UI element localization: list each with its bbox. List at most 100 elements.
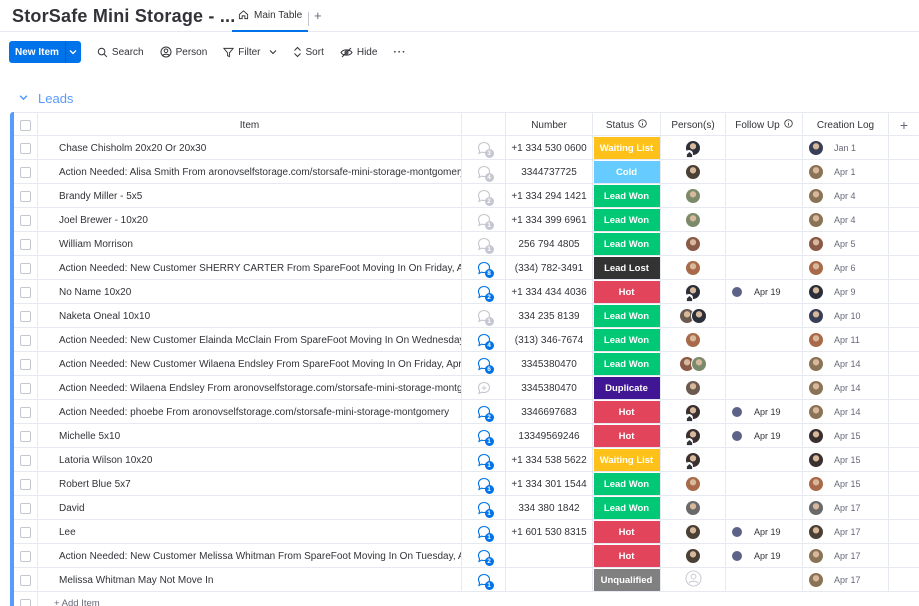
status-cell[interactable]: Lead Won — [593, 328, 661, 352]
table-row[interactable]: Action Needed: New Customer Elainda McCl… — [14, 328, 919, 352]
updates-cell[interactable]: 4 — [462, 328, 506, 352]
table-row[interactable]: Action Needed: Alisa Smith From aronovse… — [14, 160, 919, 184]
status-cell[interactable]: Hot — [593, 520, 661, 544]
chat-bubble-icon[interactable]: 6 — [477, 357, 494, 374]
row-checkbox[interactable] — [14, 496, 38, 520]
row-checkbox[interactable] — [14, 352, 38, 376]
persons-cell[interactable] — [661, 376, 726, 400]
updates-cell[interactable]: 1 — [462, 232, 506, 256]
table-row[interactable]: Joel Brewer - 10x20 1 +1 334 399 6961 Le… — [14, 208, 919, 232]
status-badge[interactable]: Lead Won — [593, 497, 660, 519]
follow-up-cell[interactable] — [726, 352, 803, 376]
updates-cell[interactable]: 1 — [462, 304, 506, 328]
phone-number[interactable]: (313) 346-7674 — [506, 328, 593, 352]
table-row[interactable]: Naketa Oneal 10x10 1 334 235 8139 Lead W… — [14, 304, 919, 328]
chat-bubble-icon[interactable] — [477, 381, 491, 395]
item-name[interactable]: Naketa Oneal 10x10 — [38, 304, 462, 328]
table-row[interactable]: Action Needed: New Customer Wilaena Ends… — [14, 352, 919, 376]
item-name[interactable]: Action Needed: New Customer Elainda McCl… — [38, 328, 462, 352]
chat-bubble-icon[interactable]: 3 — [477, 141, 494, 158]
follow-up-cell[interactable] — [726, 208, 803, 232]
follow-up-cell[interactable] — [726, 376, 803, 400]
table-row[interactable]: Michelle 5x10 1 13349569246 Hot Apr 19 A… — [14, 424, 919, 448]
status-cell[interactable]: Waiting List — [593, 448, 661, 472]
phone-number[interactable]: 3346697683 — [506, 400, 593, 424]
add-item-button[interactable]: + Add Item — [54, 598, 100, 606]
phone-number[interactable] — [506, 568, 593, 592]
chat-bubble-icon[interactable]: 2 — [477, 405, 494, 422]
status-cell[interactable]: Lead Won — [593, 184, 661, 208]
row-checkbox[interactable] — [14, 472, 38, 496]
chat-bubble-icon[interactable]: 1 — [477, 501, 494, 518]
persons-cell[interactable] — [661, 400, 726, 424]
chevron-down-icon[interactable] — [64, 41, 81, 63]
status-badge[interactable]: Hot — [593, 545, 660, 567]
status-badge[interactable]: Waiting List — [593, 137, 660, 159]
row-checkbox[interactable] — [14, 280, 38, 304]
item-name[interactable]: Action Needed: Alisa Smith From aronovse… — [38, 160, 462, 184]
status-badge[interactable]: Lead Won — [593, 329, 660, 351]
updates-cell[interactable]: 1 — [462, 472, 506, 496]
persons-cell[interactable] — [661, 136, 726, 160]
status-cell[interactable]: Lead Lost — [593, 256, 661, 280]
table-row[interactable]: Chase Chisholm 20x20 Or 20x30 3 +1 334 5… — [14, 136, 919, 160]
group-title[interactable]: Leads — [38, 91, 73, 106]
chat-bubble-icon[interactable]: 1 — [477, 525, 494, 542]
filter-button[interactable]: Filter — [223, 47, 276, 58]
table-row[interactable]: Melissa Whitman May Not Move In 1 Unqual… — [14, 568, 919, 592]
add-view-button[interactable]: + — [314, 8, 322, 23]
follow-up-cell[interactable] — [726, 472, 803, 496]
row-checkbox[interactable] — [14, 232, 38, 256]
status-badge[interactable]: Lead Lost — [593, 257, 660, 279]
phone-number[interactable]: 3345380470 — [506, 376, 593, 400]
row-checkbox[interactable] — [14, 328, 38, 352]
item-name[interactable]: Joel Brewer - 10x20 — [38, 208, 462, 232]
persons-cell[interactable] — [661, 496, 726, 520]
board-title[interactable]: StorSafe Mini Storage - ... — [12, 6, 235, 27]
tab-main-table[interactable]: Main Table — [232, 6, 309, 32]
status-cell[interactable]: Cold — [593, 160, 661, 184]
persons-cell[interactable] — [661, 424, 726, 448]
table-row[interactable]: David 1 334 380 1842 Lead Won Apr 17 — [14, 496, 919, 520]
status-cell[interactable]: Hot — [593, 400, 661, 424]
phone-number[interactable] — [506, 544, 593, 568]
follow-up-cell[interactable] — [726, 328, 803, 352]
row-checkbox[interactable] — [14, 208, 38, 232]
phone-number[interactable]: +1 334 538 5622 — [506, 448, 593, 472]
hide-button[interactable]: Hide — [340, 47, 377, 58]
status-cell[interactable]: Unqualified — [593, 568, 661, 592]
persons-cell[interactable] — [661, 448, 726, 472]
follow-up-cell[interactable] — [726, 304, 803, 328]
status-cell[interactable]: Hot — [593, 544, 661, 568]
table-row[interactable]: Action Needed: phoebe From aronovselfsto… — [14, 400, 919, 424]
status-badge[interactable]: Lead Won — [593, 185, 660, 207]
phone-number[interactable]: +1 601 530 8315 — [506, 520, 593, 544]
chat-bubble-icon[interactable]: 1 — [477, 477, 494, 494]
persons-cell[interactable] — [661, 328, 726, 352]
row-checkbox[interactable] — [14, 448, 38, 472]
phone-number[interactable]: 3345380470 — [506, 352, 593, 376]
status-badge[interactable]: Cold — [593, 161, 660, 183]
status-badge[interactable]: Hot — [593, 425, 660, 447]
persons-cell[interactable] — [661, 352, 726, 376]
chat-bubble-icon[interactable]: 2 — [477, 189, 494, 206]
persons-cell[interactable] — [661, 184, 726, 208]
updates-cell[interactable]: 1 — [462, 496, 506, 520]
item-name[interactable]: Action Needed: Wilaena Endsley From aron… — [38, 376, 462, 400]
row-checkbox[interactable] — [14, 400, 38, 424]
persons-cell[interactable] — [661, 160, 726, 184]
chat-bubble-icon[interactable]: 1 — [477, 237, 494, 254]
table-row[interactable]: Action Needed: New Customer SHERRY CARTE… — [14, 256, 919, 280]
chat-bubble-icon[interactable]: 4 — [477, 165, 494, 182]
row-checkbox[interactable] — [14, 160, 38, 184]
status-cell[interactable]: Lead Won — [593, 352, 661, 376]
updates-cell[interactable]: 1 — [462, 448, 506, 472]
chat-bubble-icon[interactable]: 1 — [477, 453, 494, 470]
status-badge[interactable]: Waiting List — [593, 449, 660, 471]
row-checkbox[interactable] — [14, 424, 38, 448]
info-icon[interactable] — [638, 119, 647, 131]
updates-cell[interactable]: 4 — [462, 160, 506, 184]
updates-cell[interactable]: 1 — [462, 424, 506, 448]
persons-cell[interactable] — [661, 472, 726, 496]
chat-bubble-icon[interactable]: 2 — [477, 285, 494, 302]
